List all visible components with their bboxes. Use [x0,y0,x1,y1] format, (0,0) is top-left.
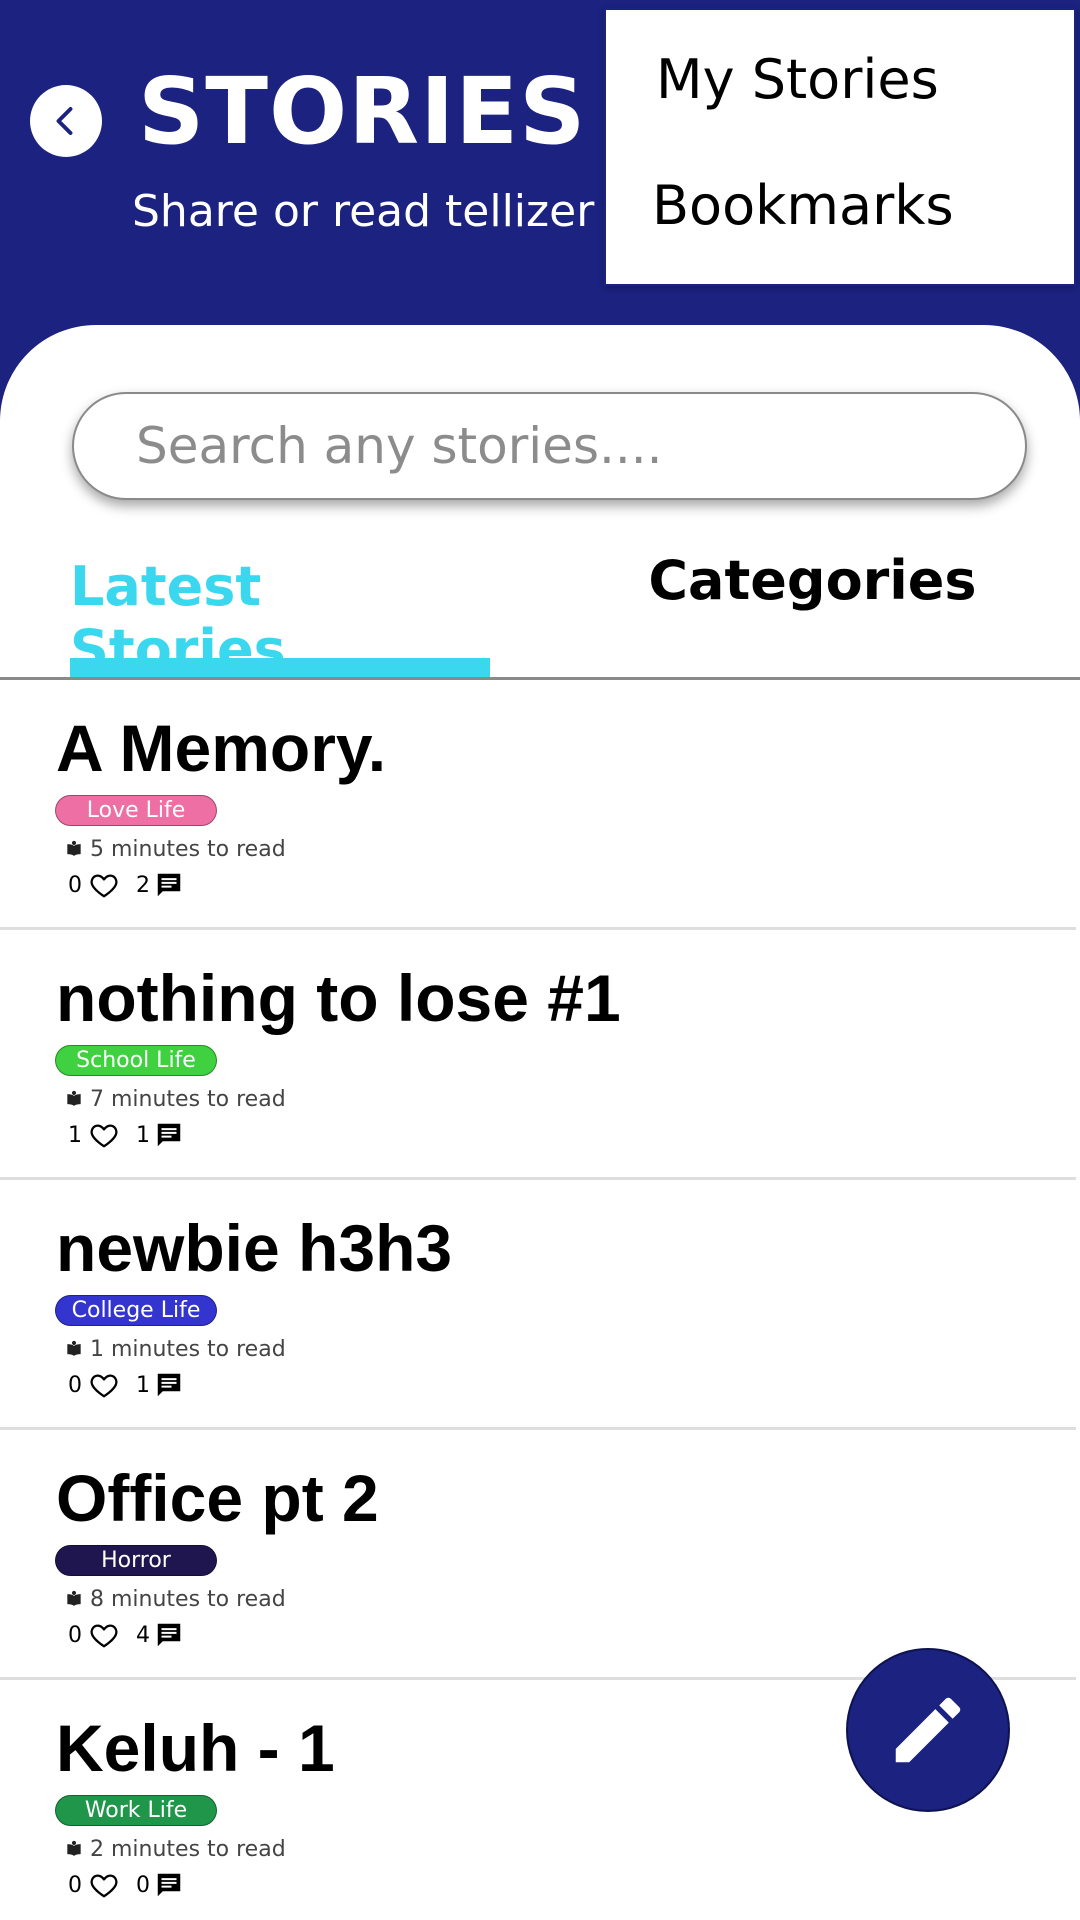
story-card[interactable]: newbie h3h3 College Life 1 minutes to read… [0,1180,1076,1430]
category-badge: Love Life [55,795,217,826]
page-subtitle: Share or read tellizer [132,186,595,237]
story-stats: 01 [68,1370,184,1400]
search-bar[interactable] [72,392,1027,500]
category-badge: College Life [55,1295,217,1326]
comment-count: 4 [136,1622,150,1648]
like-count: 0 [68,1372,82,1398]
story-title: Keluh - 1 [56,1711,335,1785]
category-badge: School Life [55,1045,217,1076]
search-input[interactable] [136,417,996,475]
story-title: A Memory. [56,711,387,785]
heart-icon[interactable] [88,1370,120,1400]
read-time-label: 8 minutes to read [90,1587,286,1612]
category-badge: Work Life [55,1795,217,1826]
read-time: 2 minutes to read [64,1837,286,1862]
like-count: 0 [68,1622,82,1648]
read-time: 5 minutes to read [64,837,286,862]
tab-categories[interactable]: Categories [600,545,1025,679]
heart-icon[interactable] [88,1620,120,1650]
book-icon [67,1590,81,1606]
heart-icon[interactable] [88,870,120,900]
comment-count: 1 [136,1372,150,1398]
story-card[interactable]: Office pt 2 Horror 8 minutes to read 0 4 [0,1430,1076,1680]
book-icon [67,1090,81,1106]
back-button[interactable] [30,85,102,157]
story-stats: 04 [68,1620,184,1650]
read-time-label: 1 minutes to read [90,1337,286,1362]
chevron-left-icon [56,107,73,135]
menu-item-bookmarks[interactable]: Bookmarks [652,174,954,237]
comment-count: 1 [136,1122,150,1148]
book-icon [67,1840,81,1856]
like-count: 0 [68,872,82,898]
like-count: 1 [68,1122,82,1148]
heart-icon[interactable] [88,1120,120,1150]
page-title: STORIES [138,58,587,165]
comment-icon[interactable] [154,1870,184,1900]
story-title: newbie h3h3 [56,1211,453,1285]
story-stats: 00 [68,1870,184,1900]
story-title: Office pt 2 [56,1461,379,1535]
story-stats: 11 [68,1120,184,1150]
like-count: 0 [68,1872,82,1898]
category-badge: Horror [55,1545,217,1576]
read-time: 8 minutes to read [64,1587,286,1612]
story-card[interactable]: nothing to lose #1 School Life 7 minutes t… [0,930,1076,1180]
write-story-button[interactable] [846,1648,1010,1812]
active-tab-indicator [70,658,490,678]
overflow-menu: My Stories Bookmarks [604,8,1076,286]
book-icon [67,1340,81,1356]
read-time-label: 7 minutes to read [90,1087,286,1112]
book-icon [67,840,81,856]
comment-icon[interactable] [154,1370,184,1400]
comment-icon[interactable] [154,1120,184,1150]
read-time: 7 minutes to read [64,1087,286,1112]
story-title: nothing to lose #1 [56,961,621,1035]
comment-count: 0 [136,1872,150,1898]
read-time-label: 2 minutes to read [90,1837,286,1862]
heart-icon[interactable] [88,1870,120,1900]
comment-icon[interactable] [154,870,184,900]
comment-count: 2 [136,872,150,898]
story-stats: 02 [68,870,184,900]
comment-icon[interactable] [154,1620,184,1650]
menu-item-my-stories[interactable]: My Stories [656,48,939,111]
read-time: 1 minutes to read [64,1337,286,1362]
story-card[interactable]: A Memory. Love Life 5 minutes to read 0 2 [0,680,1076,930]
pencil-icon [895,1697,961,1763]
read-time-label: 5 minutes to read [90,837,286,862]
